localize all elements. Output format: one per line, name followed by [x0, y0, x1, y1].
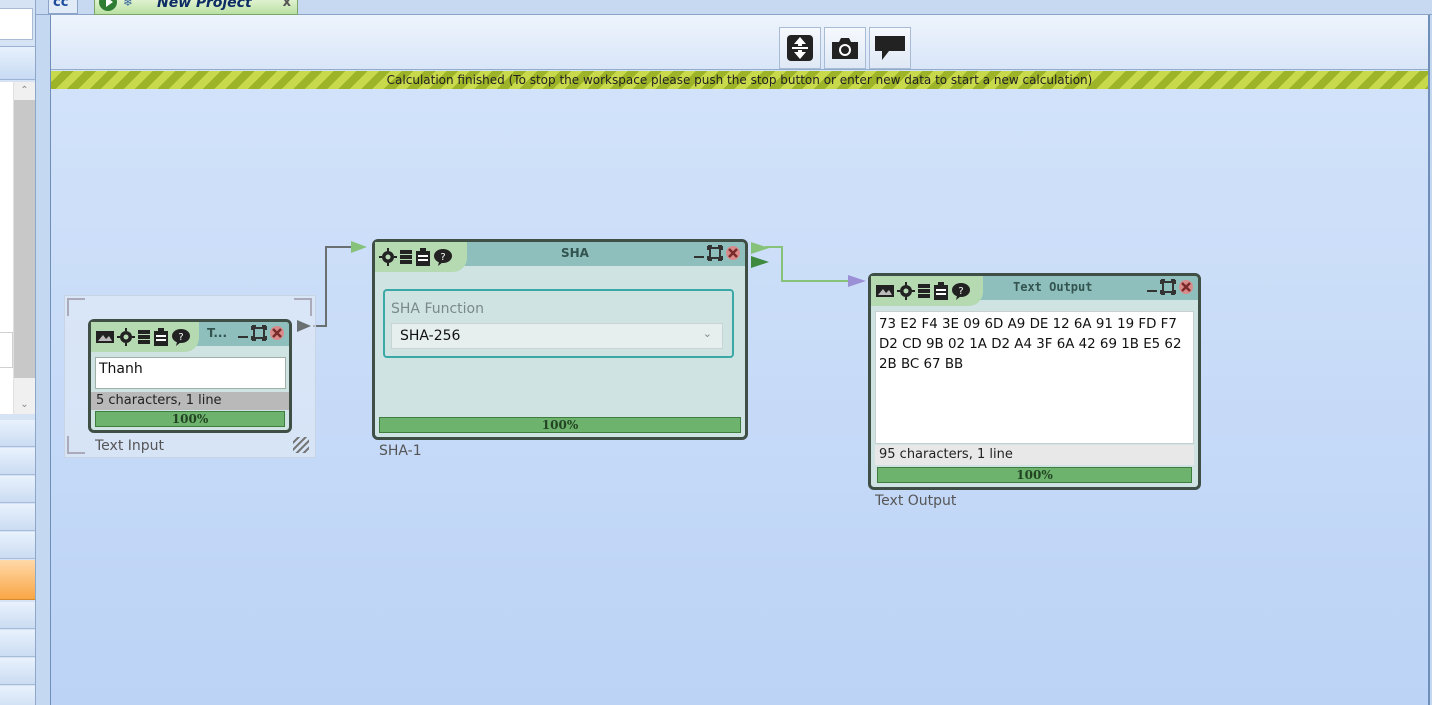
module-caption: Text Output: [875, 493, 957, 509]
module-title: T...: [207, 326, 228, 340]
progress-bar: 100%: [95, 411, 285, 427]
text-input-stats: 5 characters, 1 line: [91, 392, 289, 410]
sha-function-select[interactable]: SHA-256 ⌄: [391, 323, 723, 349]
module-window-controls: [1146, 279, 1194, 295]
left-nav-button[interactable]: [0, 420, 35, 447]
help-icon[interactable]: ?: [433, 248, 453, 266]
output-port[interactable]: [751, 242, 769, 254]
workspace-canvas: Calculation finished (To stop the worksp…: [50, 15, 1430, 705]
clipboard-icon[interactable]: [153, 328, 169, 346]
cryptool-logo-icon: ❄: [123, 0, 134, 9]
tab-new-project[interactable]: ❄ New Project x: [94, 0, 298, 15]
text-input-module[interactable]: ? T... Thanh 5 characters, 1 line 100%: [88, 319, 292, 433]
svg-text:?: ?: [440, 252, 445, 263]
minimize-icon[interactable]: [1146, 280, 1158, 294]
left-panel: ⌃ ⌄: [0, 0, 36, 705]
svg-text:?: ?: [178, 332, 183, 343]
clipboard-icon[interactable]: [933, 282, 949, 300]
left-list: ⌃ ⌄: [0, 82, 35, 414]
module-icon-bar: ?: [91, 322, 199, 352]
sha-function-selected-value: SHA-256: [400, 328, 461, 344]
left-list-scrollbar[interactable]: ⌃ ⌄: [13, 82, 35, 414]
left-nav-button[interactable]: [0, 504, 35, 531]
progress-bar: 100%: [379, 417, 741, 433]
input-port[interactable]: [351, 241, 367, 253]
close-icon[interactable]: [725, 245, 741, 261]
data-icon[interactable]: [399, 249, 413, 265]
settings-icon[interactable]: [897, 282, 915, 300]
module-icon-bar: ?: [375, 242, 467, 272]
left-search-input[interactable]: [0, 8, 33, 40]
left-list-selected-item[interactable]: [0, 332, 13, 368]
input-port[interactable]: [848, 275, 866, 287]
presentation-icon[interactable]: [875, 283, 895, 299]
output-port[interactable]: [751, 256, 769, 268]
tab-title: New Project: [157, 0, 252, 11]
close-icon[interactable]: x: [283, 0, 291, 10]
left-nav-button-active[interactable]: [0, 560, 35, 600]
scroll-down-icon[interactable]: ⌄: [14, 396, 35, 414]
left-nav-button[interactable]: [0, 686, 35, 705]
progress-bar: 100%: [877, 467, 1192, 483]
left-nav-button[interactable]: [0, 448, 35, 475]
module-icon-bar: ?: [871, 276, 983, 306]
maximize-icon[interactable]: [251, 325, 267, 341]
clipboard-icon[interactable]: [415, 248, 431, 266]
scrollbar-thumb[interactable]: [14, 100, 35, 378]
left-nav-button[interactable]: [0, 532, 35, 559]
text-input-field[interactable]: Thanh: [95, 357, 286, 389]
left-nav-button[interactable]: [0, 476, 35, 503]
close-icon[interactable]: [269, 325, 285, 341]
svg-text:?: ?: [958, 286, 963, 297]
connection-input-to-sha: [313, 246, 351, 327]
tab-bar: cc ❄ New Project x: [36, 0, 1432, 15]
module-title: SHA: [561, 246, 589, 260]
text-output-stats: 95 characters, 1 line: [875, 445, 1194, 465]
maximize-icon[interactable]: [707, 245, 723, 261]
maximize-icon[interactable]: [1160, 279, 1176, 295]
play-icon[interactable]: [99, 0, 117, 11]
module-window-controls: [237, 325, 285, 341]
text-output-field[interactable]: 73 E2 F4 3E 09 6D A9 DE 12 6A 91 19 FD F…: [875, 311, 1194, 444]
tab-previous[interactable]: cc: [48, 0, 78, 14]
chevron-down-icon: ⌄: [702, 327, 712, 340]
sha-function-label: SHA Function: [391, 301, 484, 317]
close-icon[interactable]: [1178, 279, 1194, 295]
scroll-up-icon[interactable]: ⌃: [14, 82, 35, 100]
minimize-icon[interactable]: [693, 246, 705, 260]
data-icon[interactable]: [137, 329, 151, 345]
text-output-module[interactable]: ? Text Output 73 E2 F4 3E 09 6D A9 DE 12…: [868, 273, 1201, 490]
corner-handle[interactable]: [294, 298, 312, 316]
module-caption: Text Input: [95, 438, 165, 454]
left-nav-button[interactable]: [0, 658, 35, 685]
module-title: Text Output: [1013, 280, 1093, 294]
help-icon[interactable]: ?: [171, 328, 191, 346]
left-nav-button[interactable]: [0, 630, 35, 657]
help-icon[interactable]: ?: [951, 282, 971, 300]
settings-icon[interactable]: [379, 248, 397, 266]
data-icon[interactable]: [917, 283, 931, 299]
connection-sha-to-output: [765, 246, 853, 282]
sha-settings-group: SHA Function SHA-256 ⌄: [383, 289, 734, 358]
sha-module[interactable]: ? SHA SHA Function SHA-256 ⌄ 100%: [372, 239, 748, 440]
presentation-icon[interactable]: [95, 329, 115, 345]
module-window-controls: [693, 245, 741, 261]
corner-handle[interactable]: [67, 436, 85, 454]
minimize-icon[interactable]: [237, 326, 249, 340]
resize-grip-icon[interactable]: [293, 437, 309, 453]
left-panel-header[interactable]: [0, 46, 35, 80]
settings-icon[interactable]: [117, 328, 135, 346]
output-port[interactable]: [297, 320, 311, 332]
module-caption: SHA-1: [379, 443, 422, 459]
corner-handle[interactable]: [67, 298, 85, 316]
left-nav-button[interactable]: [0, 602, 35, 629]
